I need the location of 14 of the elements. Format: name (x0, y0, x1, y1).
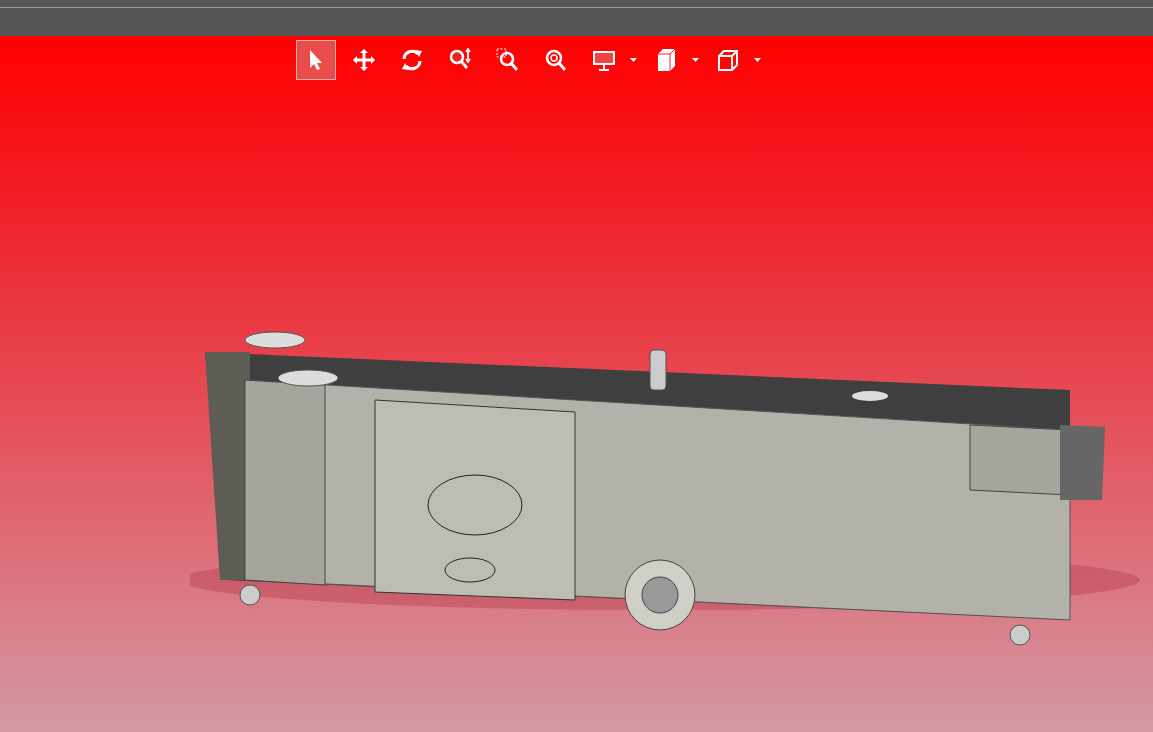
caret-icon (691, 58, 699, 62)
dropdown-button[interactable] (752, 55, 762, 65)
pointer-button[interactable] (296, 40, 336, 80)
monitor-icon (592, 48, 616, 72)
caret-icon (753, 58, 761, 62)
dropdown-button[interactable] (690, 55, 700, 65)
zoom-area-icon (496, 48, 520, 72)
rotate-icon (400, 48, 424, 72)
zoom-icon (448, 48, 472, 72)
cube-icon (716, 48, 740, 72)
move-arrows-icon (352, 48, 376, 72)
zoom-fit-icon (544, 48, 568, 72)
caret-icon (629, 58, 637, 62)
dropdown-button[interactable] (628, 55, 638, 65)
